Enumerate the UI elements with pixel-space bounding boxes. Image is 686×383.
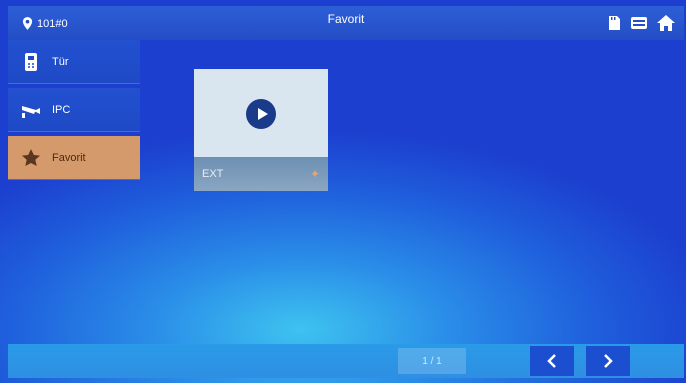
star-icon [22, 148, 40, 166]
page-indicator: 1 / 1 [398, 348, 466, 374]
page-title: Favorit [327, 12, 365, 26]
play-icon[interactable] [246, 99, 276, 129]
sidebar-item-label: IPC [52, 103, 71, 116]
pin-icon[interactable]: ✦ [310, 167, 320, 181]
chevron-right-icon [604, 354, 613, 368]
tile-name: EXT [202, 168, 224, 180]
sidebar-item-label: Tür [52, 55, 69, 68]
top-icons [606, 14, 676, 37]
tile-footer: EXT ✦ [194, 157, 328, 191]
sidebar-item-label: Favorit [52, 151, 86, 164]
messages-icon[interactable] [630, 15, 648, 36]
prev-page-button[interactable] [530, 346, 574, 376]
sidebar-item-door[interactable]: Tür [8, 40, 140, 84]
door-intercom-icon [25, 52, 37, 71]
sidebar-item-ipc[interactable]: IPC [8, 88, 140, 132]
favorite-tile[interactable]: EXT ✦ [194, 69, 328, 191]
sidebar: Tür IPC Favorit [8, 40, 140, 180]
tile-preview [194, 69, 328, 157]
bottom-bar: 1 / 1 [8, 344, 684, 378]
chevron-left-icon [547, 354, 556, 368]
camera-icon [22, 105, 40, 118]
top-bar: 101#0 Favorit [8, 6, 684, 40]
home-icon[interactable] [656, 14, 676, 37]
sidebar-item-favorit[interactable]: Favorit [8, 136, 140, 180]
next-page-button[interactable] [586, 346, 630, 376]
screen: 101#0 Favorit Tür IPC Favorit EXT ✦ 1 / … [0, 0, 686, 383]
sd-card-icon[interactable] [606, 15, 622, 36]
